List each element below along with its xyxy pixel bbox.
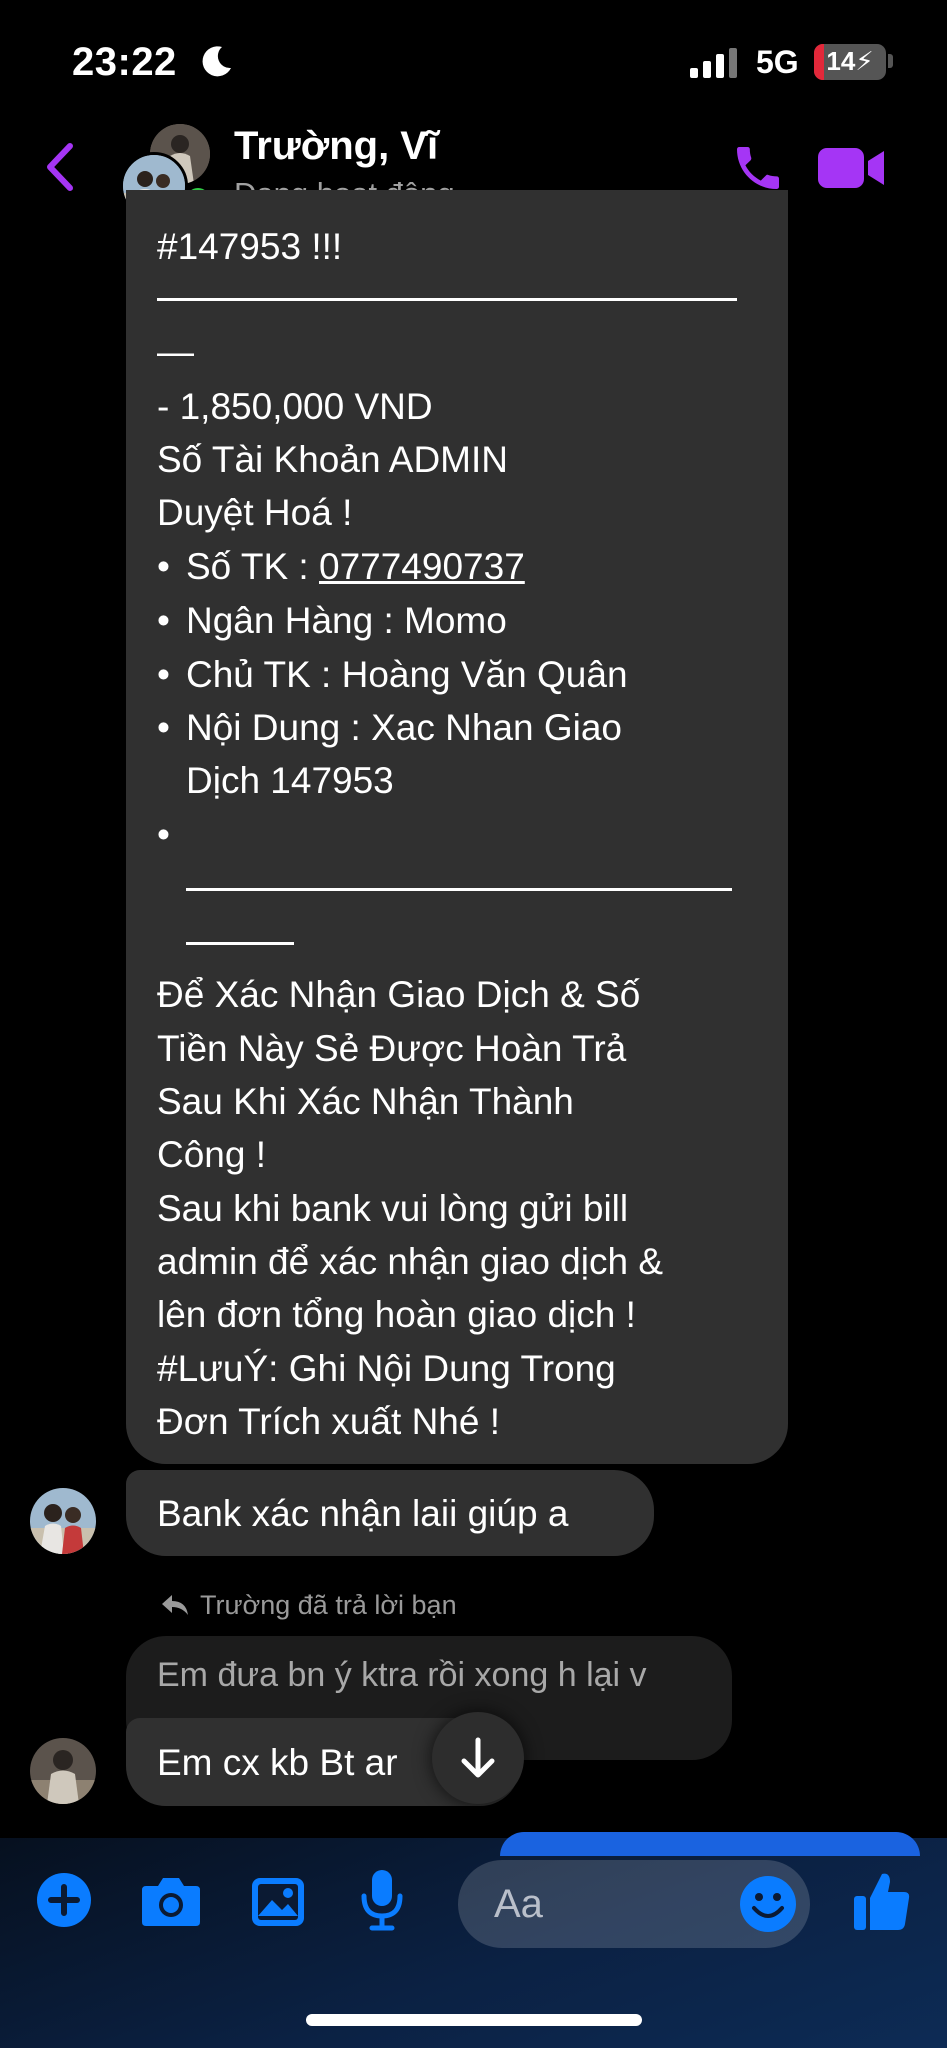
message-text: - 1,850,000 VND	[157, 386, 433, 427]
back-chevron-icon[interactable]	[40, 140, 80, 194]
cellular-signal-icon	[690, 48, 737, 78]
sender-avatar[interactable]	[30, 1738, 96, 1804]
thumbs-up-icon[interactable]	[852, 1870, 912, 1932]
video-camera-icon[interactable]	[818, 146, 886, 190]
microphone-icon[interactable]	[358, 1868, 406, 1932]
message-text: #LưuÝ: Ghi Nội Dung Trong	[157, 1348, 616, 1389]
moon-icon	[202, 46, 231, 77]
message-text: Sau khi bank vui lòng gửi bill	[157, 1188, 629, 1229]
divider-line	[157, 298, 737, 301]
account-number-link[interactable]: 0777490737	[319, 546, 525, 587]
message-text: —	[157, 331, 194, 372]
bullet: •	[157, 707, 170, 748]
message-text: Bank xác nhận laii giúp a	[157, 1493, 569, 1534]
reply-indicator: Trường đã trả lời bạn	[200, 1590, 457, 1620]
quoted-message-text: Em đưa bn ý ktra rồi xong h lại v	[157, 1656, 647, 1694]
phone-icon[interactable]	[730, 140, 786, 196]
image-icon[interactable]	[250, 1876, 306, 1928]
message-text: Tiền Này Sẻ Được Hoàn Trả	[157, 1028, 627, 1069]
message-text: Đơn Trích xuất Nhé !	[157, 1401, 501, 1442]
message-text: Duyệt Hoá !	[157, 492, 353, 533]
message-text: Sau Khi Xác Nhận Thành	[157, 1081, 574, 1122]
message-text: lên đơn tổng hoàn giao dịch !	[157, 1294, 636, 1335]
contact-name[interactable]: Trường, Vĩ	[234, 124, 438, 169]
message-text: admin để xác nhận giao dịch &	[157, 1241, 664, 1282]
emoji-icon[interactable]	[738, 1874, 798, 1934]
message-text: Nội Dung : Xac Nhan Giao	[186, 707, 623, 748]
divider-line	[186, 942, 294, 945]
bullet: •	[157, 600, 170, 641]
sender-avatar[interactable]	[30, 1488, 96, 1554]
network-type: 5G	[756, 44, 799, 80]
reply-arrow-icon	[162, 1595, 188, 1615]
plus-icon[interactable]	[36, 1872, 92, 1928]
home-indicator[interactable]	[306, 2014, 642, 2026]
message-input-placeholder: Aa	[494, 1882, 543, 1926]
battery-level: 14⚡	[826, 46, 874, 76]
bullet: •	[157, 546, 170, 587]
battery-icon: 14⚡	[814, 44, 886, 80]
message-text: Chủ TK : Hoàng Văn Quân	[186, 654, 628, 695]
message-text: Công !	[157, 1134, 267, 1175]
bullet: •	[157, 814, 170, 855]
message-text: Để Xác Nhận Giao Dịch & Số	[157, 974, 641, 1015]
bullet: •	[157, 654, 170, 695]
received-message-bubble[interactable]: Bank xác nhận laii giúp a	[126, 1470, 654, 1556]
battery-tip	[888, 54, 893, 68]
divider-line	[186, 888, 732, 891]
sent-message-bubble-peek	[500, 1832, 920, 1856]
message-text: Số TK : 0777490737	[186, 546, 525, 587]
message-text: Em cx kb Bt ar	[157, 1742, 398, 1783]
arrow-down-icon	[461, 1737, 495, 1778]
message-text: Dịch 147953	[186, 760, 394, 801]
camera-icon[interactable]	[140, 1874, 202, 1928]
message-text: Ngân Hàng : Momo	[186, 600, 507, 641]
scroll-to-bottom-button[interactable]	[432, 1712, 524, 1804]
message-text: #147953 !!!	[157, 226, 343, 267]
message-text: Số Tài Khoản ADMIN	[157, 439, 508, 480]
status-time: 23:22	[72, 40, 177, 84]
